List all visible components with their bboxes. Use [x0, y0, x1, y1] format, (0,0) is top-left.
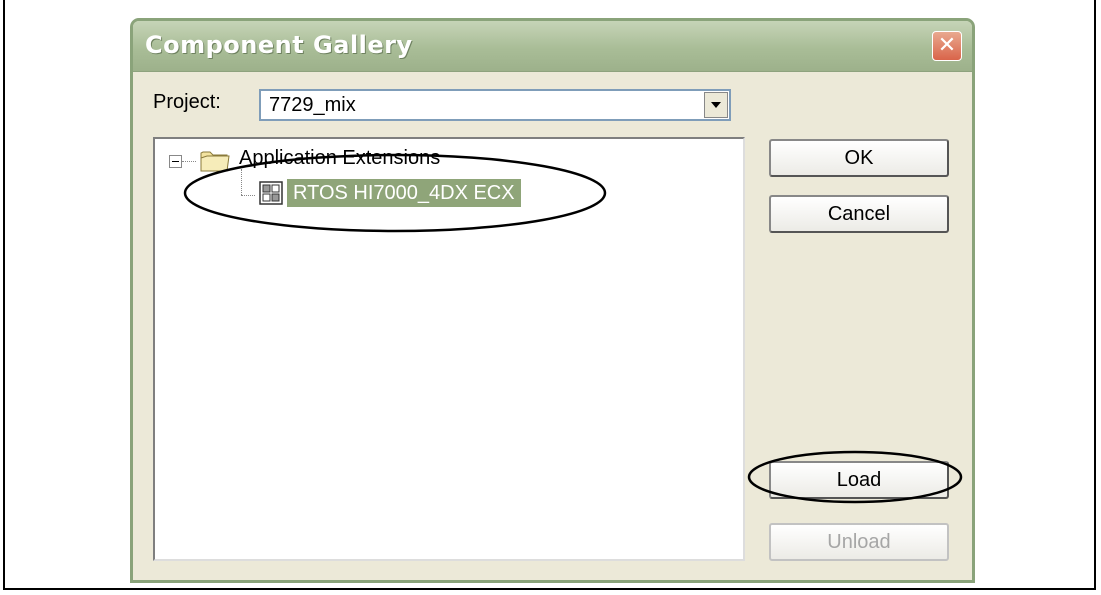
component-gallery-dialog: Component Gallery ✕ Project: 7729_mix Ap… [130, 18, 975, 583]
close-button[interactable]: ✕ [932, 31, 962, 61]
project-label: Project: [153, 91, 221, 113]
cancel-button[interactable]: Cancel [769, 195, 949, 233]
ok-button[interactable]: OK [769, 139, 949, 177]
project-value: 7729_mix [269, 94, 356, 116]
component-tree[interactable]: Application Extensions RTOS HI7000_4DX E… [153, 137, 745, 561]
tree-connector [182, 161, 196, 162]
component-icon [259, 181, 283, 205]
tree-connector [241, 195, 255, 196]
tree-item-rtos-component[interactable]: RTOS HI7000_4DX ECX [287, 179, 521, 207]
tree-connector [241, 169, 242, 195]
project-select[interactable]: 7729_mix [259, 89, 731, 121]
folder-icon [200, 151, 230, 172]
close-icon: ✕ [937, 33, 957, 58]
chevron-down-icon [711, 102, 721, 108]
dropdown-button[interactable] [704, 92, 728, 118]
unload-button: Unload [769, 523, 949, 561]
title-bar[interactable]: Component Gallery ✕ [133, 21, 972, 72]
dialog-title: Component Gallery [145, 31, 413, 59]
collapse-toggle-icon[interactable] [169, 155, 182, 168]
tree-item-application-extensions[interactable]: Application Extensions [239, 147, 440, 170]
load-button[interactable]: Load [769, 461, 949, 499]
